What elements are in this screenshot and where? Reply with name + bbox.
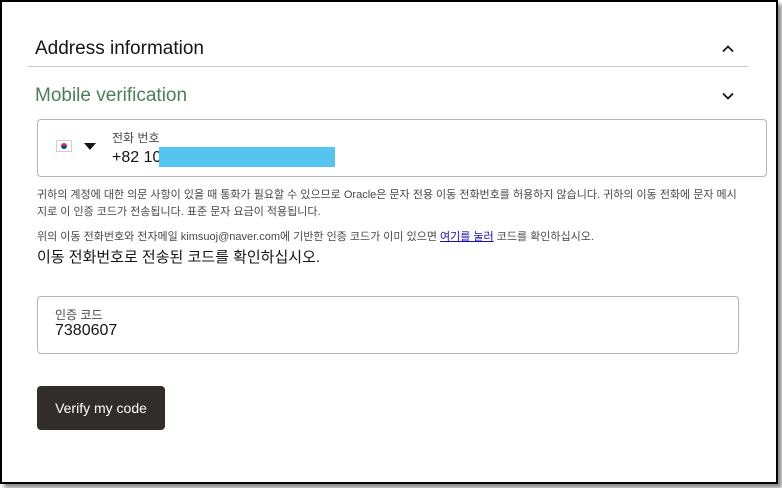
phone-number-label: 전화 번호	[112, 131, 160, 145]
existing-code-link[interactable]: 여기를 눌러	[440, 231, 494, 243]
help-text-after: 코드를 확인하십시오.	[493, 231, 594, 243]
help-text-before: 위의 이동 전화번호와 전자메일 kimsuoj@naver.com에 기반한 …	[37, 231, 440, 243]
verification-code-input[interactable]	[55, 322, 355, 340]
redaction-block	[159, 147, 335, 167]
verification-code-field: 인증 코드	[37, 296, 739, 354]
address-section-header[interactable]: Address information	[35, 36, 736, 62]
caret-down-icon	[84, 142, 96, 150]
mobile-section-header[interactable]: Mobile verification	[35, 83, 736, 109]
verification-panel: Address information Mobile verification …	[0, 0, 778, 484]
verify-instruction: 이동 전화번호로 전송된 코드를 확인하십시오.	[37, 249, 321, 266]
verification-code-label: 인증 코드	[55, 308, 103, 322]
section-divider	[27, 66, 749, 67]
verify-code-button[interactable]: Verify my code	[37, 386, 165, 430]
country-code-select[interactable]	[56, 140, 96, 152]
existing-code-help-text: 위의 이동 전화번호와 전자메일 kimsuoj@naver.com에 기반한 …	[37, 229, 737, 246]
chevron-down-icon[interactable]	[720, 88, 736, 104]
address-section-title: Address information	[35, 38, 204, 59]
phone-number-field: 전화 번호 +82 10	[37, 119, 767, 177]
mobile-section-title: Mobile verification	[35, 85, 188, 106]
sms-policy-help-text: 귀하의 계정에 대한 의문 사항이 있을 때 통화가 필요할 수 있으므로 Or…	[37, 189, 737, 218]
south-korea-flag-icon	[56, 140, 72, 152]
chevron-up-icon[interactable]	[720, 41, 736, 57]
